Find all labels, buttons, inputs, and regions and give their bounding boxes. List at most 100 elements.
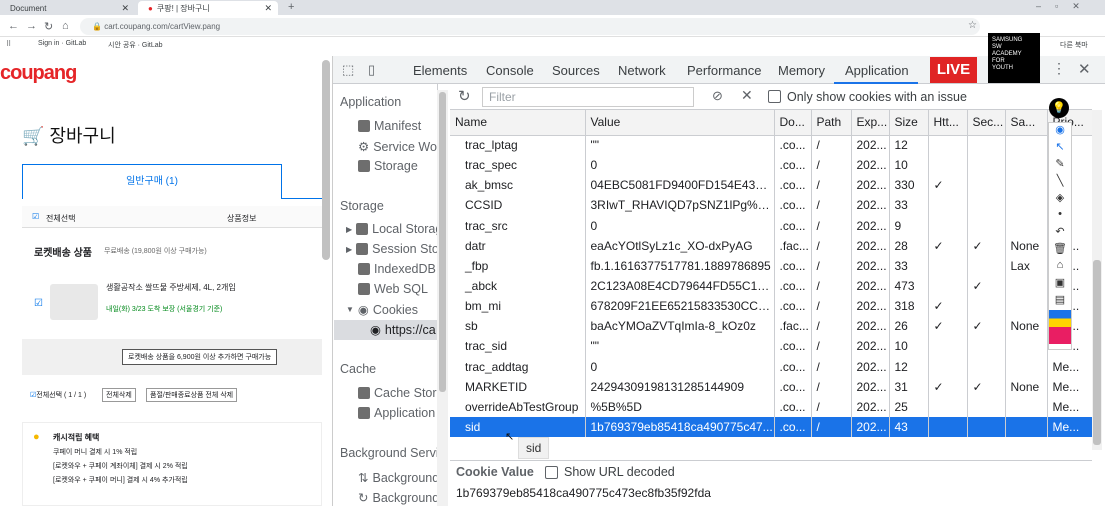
cookie-cell[interactable]: None	[1005, 376, 1048, 397]
cookie-cell[interactable]: /	[811, 135, 852, 156]
clear-filtered-icon[interactable]: ⊘	[712, 88, 723, 104]
column-header[interactable]: Sec...	[967, 110, 1006, 136]
cookie-cell[interactable]: 202...	[851, 416, 890, 438]
cookie-cell[interactable]: .co...	[774, 356, 812, 377]
cookie-cell[interactable]: 10	[889, 336, 929, 357]
cookie-cell[interactable]: ✓	[928, 175, 968, 196]
cookie-cell[interactable]: 2C123A08E4CD79644FD55C199...	[585, 275, 775, 297]
cookie-row[interactable]: CCSID 3RIwT_RHAVIQD7pSNZ1lPg%3D... .co... /…	[450, 195, 1093, 216]
cookie-cell[interactable]: .co...	[774, 336, 812, 357]
cookie-cell[interactable]	[967, 356, 1006, 377]
cookie-cell[interactable]: ✓	[967, 376, 1006, 397]
cookie-row[interactable]: trac_src 0 .co.../202... 9	[450, 215, 1093, 236]
cookie-cell[interactable]: 202...	[851, 356, 890, 377]
chevron-right-icon[interactable]: ▶	[346, 225, 352, 234]
sidebar-item-background-fetch[interactable]: ⇅ Background	[358, 470, 439, 486]
column-header[interactable]: Name	[450, 110, 586, 136]
cookie-cell[interactable]: 3RIwT_RHAVIQD7pSNZ1lPg%3D...	[585, 195, 775, 216]
line-icon[interactable]: ╲	[1049, 174, 1071, 191]
tab-network[interactable]: Network	[618, 63, 666, 78]
cookie-cell[interactable]	[928, 195, 968, 216]
cookie-cell[interactable]: /	[811, 316, 852, 337]
cookie-cell[interactable]: 2429430919813128514490­9	[585, 376, 775, 397]
reload-icon[interactable]: ↻	[44, 20, 53, 33]
cookie-cell[interactable]: ✓	[928, 376, 968, 397]
cookie-cell[interactable]: .co...	[774, 416, 812, 438]
column-header[interactable]: Do...	[774, 110, 812, 136]
cookie-cell[interactable]	[928, 356, 968, 377]
cookie-cell[interactable]: CCSID	[450, 195, 586, 216]
cookie-cell[interactable]: 26	[889, 316, 929, 337]
apps-icon[interactable]: ⠿	[6, 40, 11, 48]
cookie-cell[interactable]	[928, 135, 968, 156]
cookie-cell[interactable]: .co...	[774, 255, 812, 276]
sidebar-item-storage[interactable]: Storage	[358, 159, 418, 173]
cookie-cell[interactable]: .fac...	[774, 235, 812, 256]
cookie-cell[interactable]: ✓	[967, 316, 1006, 337]
cookie-cell[interactable]: .co...	[774, 135, 812, 156]
bookmark-gitlab-1[interactable]: Sign in · GitLab	[38, 40, 86, 47]
cookie-cell[interactable]: .co...	[774, 195, 812, 216]
delete-icon[interactable]: ✕	[741, 87, 753, 104]
sidebar-scroll-thumb[interactable]	[439, 92, 446, 392]
cookie-cell[interactable]: 04EBC5081FD9400FD154E432D...	[585, 175, 775, 196]
cookie-row[interactable]: trac_sid"".co.../202...10Me...	[450, 336, 1093, 357]
cookie-cell[interactable]	[928, 275, 968, 297]
cookie-cell[interactable]: .co...	[774, 396, 812, 417]
cookie-row[interactable]: ak_bmsc 04EBC5081FD9400FD154E432D... .co..…	[450, 175, 1093, 196]
eraser-icon[interactable]: ◈	[1049, 191, 1071, 208]
cookie-cell[interactable]: .co...	[774, 296, 812, 317]
cookie-cell[interactable]: 202...	[851, 396, 890, 417]
tab-performance[interactable]: Performance	[687, 63, 761, 78]
cookie-cell[interactable]: 202...	[851, 155, 890, 176]
cookie-cell[interactable]: 12	[889, 135, 929, 156]
eye-icon[interactable]: ◉	[1049, 123, 1071, 140]
more-options-icon[interactable]: ⋮	[1052, 60, 1066, 77]
cookie-cell[interactable]: 1b769379eb85418ca490775c47...	[585, 416, 775, 438]
cookie-cell[interactable]: /	[811, 195, 852, 216]
sidebar-item-cache-storage[interactable]: Cache Stora	[358, 386, 443, 400]
cookie-cell[interactable]	[928, 255, 968, 276]
cookie-cell[interactable]	[928, 396, 968, 417]
cookie-cell[interactable]: 202...	[851, 135, 890, 156]
coupang-logo[interactable]: coupang	[0, 62, 77, 85]
cookie-cell[interactable]	[928, 215, 968, 236]
cookie-cell[interactable]: bm_mi	[450, 296, 586, 317]
clipboard-icon[interactable]: ▤	[1049, 293, 1071, 310]
lightbulb-icon[interactable]: 💡	[1049, 98, 1069, 118]
tab-memory[interactable]: Memory	[778, 63, 825, 78]
cookie-cell[interactable]: /	[811, 275, 852, 297]
cookie-cell[interactable]: ✓	[967, 235, 1006, 256]
cookie-cell[interactable]: 202...	[851, 296, 890, 317]
home-icon[interactable]: ⌂	[62, 20, 69, 32]
cookie-cell[interactable]: 12	[889, 356, 929, 377]
tab-sources[interactable]: Sources	[552, 63, 600, 78]
cookie-row[interactable]: overrideAbTestGroup %5B%5D .co.../202... 25…	[450, 396, 1093, 417]
tab-general-purchase[interactable]: 일반구매 (1)	[22, 164, 282, 199]
cookie-cell[interactable]: baAcYMOaZVTqImIa-8_kOz0z	[585, 316, 775, 337]
sidebar-item-application-cache[interactable]: Application	[358, 406, 435, 420]
filter-input[interactable]: Filter	[482, 87, 694, 107]
cookie-cell[interactable]	[967, 215, 1006, 236]
stamp-icon[interactable]: ⌂	[1049, 259, 1071, 276]
close-devtools-icon[interactable]: ✕	[1078, 60, 1091, 78]
cursor-icon[interactable]: ↖	[1049, 140, 1071, 157]
close-icon[interactable]: ✕	[121, 3, 129, 14]
color-palette-icon[interactable]	[1049, 310, 1071, 344]
camera-icon[interactable]: ▣	[1049, 276, 1071, 293]
cookie-row[interactable]: sid 1b769379eb85418ca490775c47... .co.../2…	[450, 416, 1093, 438]
cookie-cell[interactable]: sb	[450, 316, 586, 337]
item-name[interactable]: 생활공작소 쌀뜨물 주방세제, 4L, 2개입	[106, 282, 236, 293]
cookie-cell[interactable]: /	[811, 215, 852, 236]
back-icon[interactable]: ←	[8, 20, 19, 32]
cookie-cell[interactable]: Me...	[1047, 416, 1093, 438]
device-toolbar-icon[interactable]: ▯	[368, 62, 375, 78]
undo-icon[interactable]: ↶	[1049, 225, 1071, 242]
checkbox-icon[interactable]: ☑	[32, 212, 39, 221]
sidebar-item-session-storage[interactable]: ▶ Session Stor	[346, 242, 443, 256]
browser-tab-coupang[interactable]: ● 쿠팡! | 장바구니 ✕	[138, 1, 278, 15]
cookie-cell[interactable]: /	[811, 155, 852, 176]
cookie-cell[interactable]	[1005, 356, 1048, 377]
cookie-cell[interactable]: ✓	[967, 275, 1006, 297]
product-image[interactable]	[50, 284, 98, 320]
